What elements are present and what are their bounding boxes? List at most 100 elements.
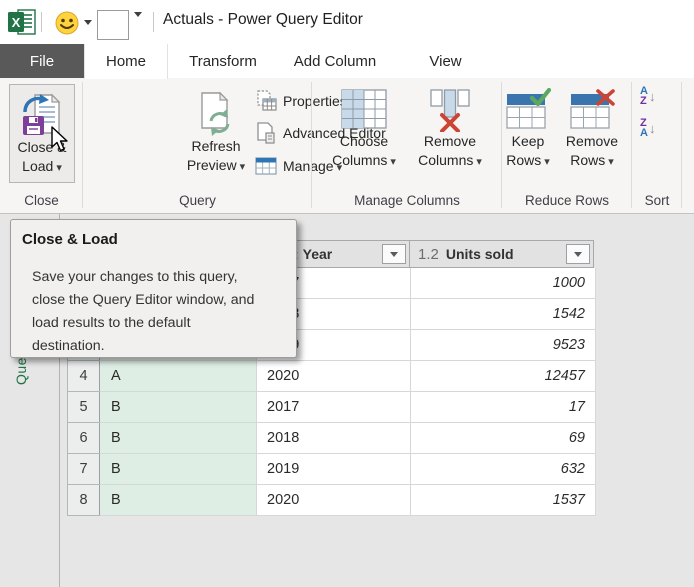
choose-columns-icon: [339, 88, 389, 132]
year-header-label: Year: [303, 246, 333, 262]
cell-product[interactable]: B: [99, 392, 257, 423]
cell-units[interactable]: 1542: [411, 299, 596, 330]
tab-transform[interactable]: Transform: [178, 44, 268, 78]
group-label-manage-columns: Manage Columns: [312, 193, 502, 208]
keep-rows-label-line1: Keep: [512, 132, 545, 151]
tooltip-line: destination.: [32, 335, 290, 358]
choose-columns-label-line2: Columns: [332, 152, 387, 168]
tab-view[interactable]: View: [418, 44, 473, 78]
column-header-units-sold[interactable]: 1.2 Units sold: [409, 240, 594, 268]
tab-file[interactable]: File: [0, 44, 84, 78]
cell-units[interactable]: 1000: [411, 268, 596, 299]
refresh-preview-button[interactable]: Refresh Preview: [181, 84, 251, 183]
tooltip-line: Save your changes to this query,: [32, 266, 290, 289]
tab-home[interactable]: Home: [84, 44, 168, 79]
remove-rows-button[interactable]: Remove Rows: [558, 84, 626, 172]
table-row: 7 B 2019 632: [67, 454, 596, 485]
cell-units[interactable]: 9523: [411, 330, 596, 361]
sort-ascending-button[interactable]: AZ ↓: [640, 86, 655, 106]
titlebar-separator: [153, 12, 154, 32]
down-arrow-icon: ↓: [649, 89, 656, 104]
title-bar: X Actuals - Power Query Editor: [0, 0, 694, 44]
choose-columns-label-line1: Choose: [340, 132, 388, 151]
keep-rows-icon: [504, 88, 552, 132]
dropdown-caret-icon: [390, 151, 396, 172]
row-number[interactable]: 6: [67, 423, 100, 454]
tab-add-column[interactable]: Add Column: [285, 44, 385, 78]
close-load-tooltip: Close & Load Save your changes to this q…: [10, 219, 297, 358]
excel-app-icon[interactable]: X: [8, 9, 38, 40]
dropdown-caret-icon: [240, 156, 246, 177]
cell-units[interactable]: 1537: [411, 485, 596, 516]
sort-descending-button[interactable]: ZA ↓: [640, 118, 655, 138]
dropdown-caret-icon: [476, 151, 482, 172]
cell-units[interactable]: 17: [411, 392, 596, 423]
filter-dropdown-button[interactable]: [566, 244, 590, 264]
ribbon: Close & Load Close Refresh Preview: [0, 78, 694, 214]
cell-units[interactable]: 12457: [411, 361, 596, 392]
smiley-dropdown-icon[interactable]: [84, 20, 92, 25]
refresh-label-line2: Preview: [187, 157, 237, 173]
row-number[interactable]: 7: [67, 454, 100, 485]
properties-icon: [255, 90, 277, 112]
ribbon-group-sort: AZ ↓ ZA ↓ Sort: [632, 78, 682, 213]
table-row: 8 B 2020 1537: [67, 485, 596, 516]
ribbon-tab-row: File Home Transform Add Column View: [0, 44, 694, 79]
tooltip-line: close the Query Editor window, and: [32, 289, 290, 312]
tooltip-line: load results to the default: [32, 312, 290, 335]
cell-year[interactable]: 2020: [257, 361, 411, 392]
cell-product[interactable]: B: [99, 454, 257, 485]
decimal-type-icon: 1.2: [418, 246, 439, 263]
units-header-label: Units sold: [446, 246, 514, 262]
row-number[interactable]: 5: [67, 392, 100, 423]
table-row: 6 B 2018 69: [67, 423, 596, 454]
keep-rows-label-line2: Rows: [506, 152, 541, 168]
remove-rows-icon: [568, 88, 616, 132]
sort-az-icon: AZ: [640, 86, 648, 106]
remove-columns-button[interactable]: Remove Columns: [407, 84, 493, 172]
remove-rows-label-line1: Remove: [566, 132, 618, 151]
svg-text:X: X: [12, 15, 21, 30]
dropdown-caret-icon: [56, 157, 62, 178]
remove-columns-icon: [425, 88, 475, 132]
close-load-label-line2: Load: [22, 158, 53, 174]
group-label-query: Query: [83, 193, 312, 208]
manage-icon: [255, 157, 277, 175]
ribbon-group-query: Refresh Preview Properties Advanced Edit…: [83, 78, 312, 213]
cell-units[interactable]: 632: [411, 454, 596, 485]
cell-year[interactable]: 2018: [257, 423, 411, 454]
ribbon-group-manage-columns: Choose Columns Remove Columns Manage Col…: [312, 78, 502, 213]
choose-columns-button[interactable]: Choose Columns: [321, 84, 407, 172]
quick-access-button[interactable]: [97, 10, 129, 40]
sort-za-icon: ZA: [640, 118, 648, 138]
cell-year[interactable]: 2017: [257, 392, 411, 423]
cell-product[interactable]: B: [99, 423, 257, 454]
remove-columns-label-line1: Remove: [424, 132, 476, 151]
tooltip-title: Close & Load: [22, 231, 118, 248]
window-title: Actuals - Power Query Editor: [163, 11, 363, 29]
filter-dropdown-button[interactable]: [382, 244, 406, 264]
filter-caret-icon: [574, 252, 582, 257]
row-number[interactable]: 4: [67, 361, 100, 392]
table-row: 4 A 2020 12457: [67, 361, 596, 392]
remove-rows-label-line2: Rows: [570, 152, 605, 168]
keep-rows-button[interactable]: Keep Rows: [500, 84, 556, 172]
remove-columns-label-line2: Columns: [418, 152, 473, 168]
refresh-preview-icon: [196, 91, 236, 137]
refresh-label-line1: Refresh: [191, 137, 240, 156]
group-label-close: Close: [0, 193, 83, 208]
group-label-sort: Sort: [632, 193, 682, 208]
group-label-reduce-rows: Reduce Rows: [502, 193, 632, 208]
cell-product[interactable]: B: [99, 485, 257, 516]
cell-year[interactable]: 2019: [257, 454, 411, 485]
dropdown-caret-icon: [608, 151, 614, 172]
qat-customize-dropdown-icon[interactable]: [134, 17, 145, 35]
cell-year[interactable]: 2020: [257, 485, 411, 516]
titlebar-separator: [41, 12, 42, 32]
cell-units[interactable]: 69: [411, 423, 596, 454]
smiley-feedback-icon[interactable]: [55, 11, 79, 40]
tooltip-body: Save your changes to this query, close t…: [32, 266, 290, 358]
row-number[interactable]: 8: [67, 485, 100, 516]
filter-caret-icon: [390, 252, 398, 257]
cell-product[interactable]: A: [99, 361, 257, 392]
